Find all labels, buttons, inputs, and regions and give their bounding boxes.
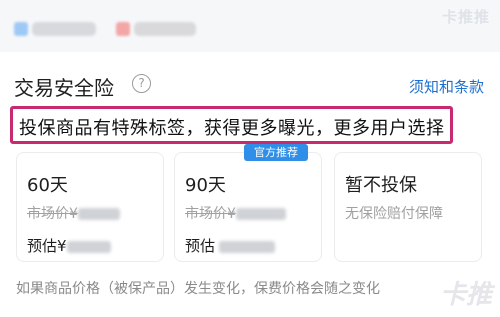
option-card-90-days[interactable]: 90天 市场价¥ 预估 xyxy=(174,152,322,262)
blurred-icon xyxy=(116,22,130,36)
highlight-banner: 投保商品有特殊标签，获得更多曝光，更多用户选择 xyxy=(10,106,453,144)
option-subtitle: 无保险赔付保障 xyxy=(345,206,443,222)
question-circle-icon[interactable]: ? xyxy=(132,74,151,93)
footer-note: 如果商品价格（被保产品）发生变化，保费价格会随之变化 xyxy=(16,281,380,297)
estimate-price: 预估 xyxy=(185,235,276,256)
recommended-badge: 官方推荐 xyxy=(244,144,308,161)
option-title: 暂不投保 xyxy=(345,175,417,196)
option-title: 90天 xyxy=(185,175,226,196)
blurred-icon xyxy=(14,22,28,36)
watermark: 卡推推 xyxy=(441,8,490,26)
blurred-text xyxy=(134,22,196,36)
blurred-text xyxy=(32,22,96,36)
option-card-no-insurance[interactable]: 暂不投保 无保险赔付保障 xyxy=(334,152,482,262)
top-bar: 卡推推 xyxy=(0,0,500,52)
market-price: 市场价¥ xyxy=(185,203,286,223)
terms-link[interactable]: 须知和条款 xyxy=(409,76,484,97)
option-card-60-days[interactable]: 60天 市场价¥ 预估¥ xyxy=(16,152,164,262)
estimate-price: 预估¥ xyxy=(27,235,111,256)
highlight-text: 投保商品有特殊标签，获得更多曝光，更多用户选择 xyxy=(19,118,445,139)
market-price: 市场价¥ xyxy=(27,203,120,223)
option-title: 60天 xyxy=(27,175,68,196)
watermark-logo: 卡推 xyxy=(439,280,492,310)
section-title: 交易安全险 xyxy=(14,76,114,100)
